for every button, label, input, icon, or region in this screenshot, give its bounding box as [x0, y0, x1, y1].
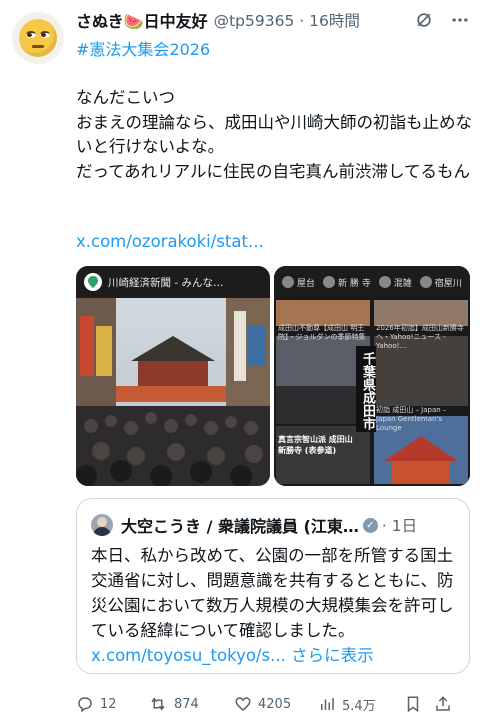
pill-item[interactable]: 屋台 — [282, 276, 315, 289]
quote-author-name[interactable]: 大空こうき / 衆議院議員 (江東… — [121, 513, 359, 537]
crowd-street-photo — [76, 266, 270, 486]
view-count: 5.4万 — [342, 698, 376, 714]
heart-icon — [235, 697, 251, 711]
analytics-icon — [321, 698, 334, 710]
media-card-kawasaki[interactable]: 川崎経済新聞 - みんな… — [76, 266, 270, 486]
author-name[interactable]: さぬき🍉日中友好 — [76, 8, 208, 32]
show-more-link[interactable]: さらに表示 — [291, 646, 374, 665]
reply-button[interactable]: 12 — [76, 695, 148, 713]
reply-icon — [78, 697, 92, 713]
overlay-vertical-text: 千葉県成田市 — [360, 352, 375, 430]
more-options-icon[interactable] — [450, 10, 470, 34]
tweet-header: さぬき🍉日中友好 @tp59365 · 16時間 — [76, 9, 470, 31]
grok-icon[interactable] — [414, 10, 434, 34]
like-count: 4205 — [258, 696, 292, 712]
pill-item[interactable]: 新 勝 寺 — [323, 276, 371, 289]
rolling-eyes-emoji-icon — [19, 19, 57, 57]
verified-badge-icon: ✓ — [362, 517, 378, 533]
views-button[interactable]: 5.4万 — [318, 695, 404, 714]
repost-icon — [151, 697, 165, 711]
repost-count: 874 — [174, 696, 199, 712]
quote-text: 本日、私から改めて、公園の一部を所管する国土交通省に対し、問題意識を共有するとと… — [91, 546, 454, 640]
share-button[interactable] — [434, 695, 464, 713]
author-handle-time[interactable]: @tp59365 · 16時間 — [214, 9, 360, 31]
author-avatar[interactable] — [12, 12, 64, 64]
reply-count: 12 — [100, 696, 117, 712]
overlay-caption: 真言宗智山派 成田山新勝寺 (表参道) — [278, 435, 353, 455]
left-card-source-bar: 川崎経済新聞 - みんな… — [76, 266, 270, 298]
pill-item[interactable]: 宿屋川 — [419, 276, 462, 289]
pill-item[interactable]: 混雑 — [378, 276, 412, 289]
bookmark-icon — [407, 696, 419, 713]
quote-text-block: 本日、私から改めて、公園の一部を所管する国土交通省に対し、問題意識を共有するとと… — [91, 543, 461, 668]
quote-link[interactable]: x.com/toyosu_tokyo/s... — [91, 646, 286, 665]
like-button[interactable]: 4205 — [234, 695, 318, 713]
hashtag-link[interactable]: #憲法大集会2026 — [76, 36, 210, 60]
quote-author-avatar[interactable] — [91, 514, 113, 536]
snippet-1: 成田山不動尊【成田山 明王院】・ジョルダンの季節特集 — [278, 324, 366, 341]
quoted-tweet[interactable]: 大空こうき / 衆議院議員 (江東… ✓ · 1日 本日、私から改めて、公園の一… — [76, 498, 470, 674]
share-icon — [436, 696, 450, 711]
tweet-text: なんだこいつ おまえの理論なら、成田山や川崎大師の初詣も止めないと行けないよな。… — [76, 88, 472, 181]
tweet-link[interactable]: x.com/ozorakoki/stat... — [76, 232, 264, 251]
right-card-pill-bar: 屋台 新 勝 寺 混雑 宿屋川 — [274, 266, 470, 298]
action-bar: 12 874 4205 5.4万 — [76, 692, 470, 716]
left-card-title: 川崎経済新聞 - みんな… — [108, 276, 224, 289]
repost-button[interactable]: 874 — [148, 695, 234, 713]
snippet-2: 2026年初詣】成田山新勝寺へ・Yahoo!ニュース - Yahoo!… — [376, 324, 464, 350]
bookmark-button[interactable] — [404, 695, 434, 713]
quote-time[interactable]: · 1日 — [382, 514, 417, 536]
media-card-naritasan[interactable]: 屋台 新 勝 寺 混雑 宿屋川 成田山不動尊【成田山 明王院】・ジョルダンの季節… — [274, 266, 470, 486]
source-logo-icon — [84, 273, 102, 291]
media-grid: 川崎経済新聞 - みんな… 屋台 新 勝 寺 混雑 宿屋川 成田山不動尊【成田山 — [76, 266, 470, 486]
snippet-3: 初詣 成田山 – Japan – Japan Gentleman's Loung… — [376, 406, 447, 432]
